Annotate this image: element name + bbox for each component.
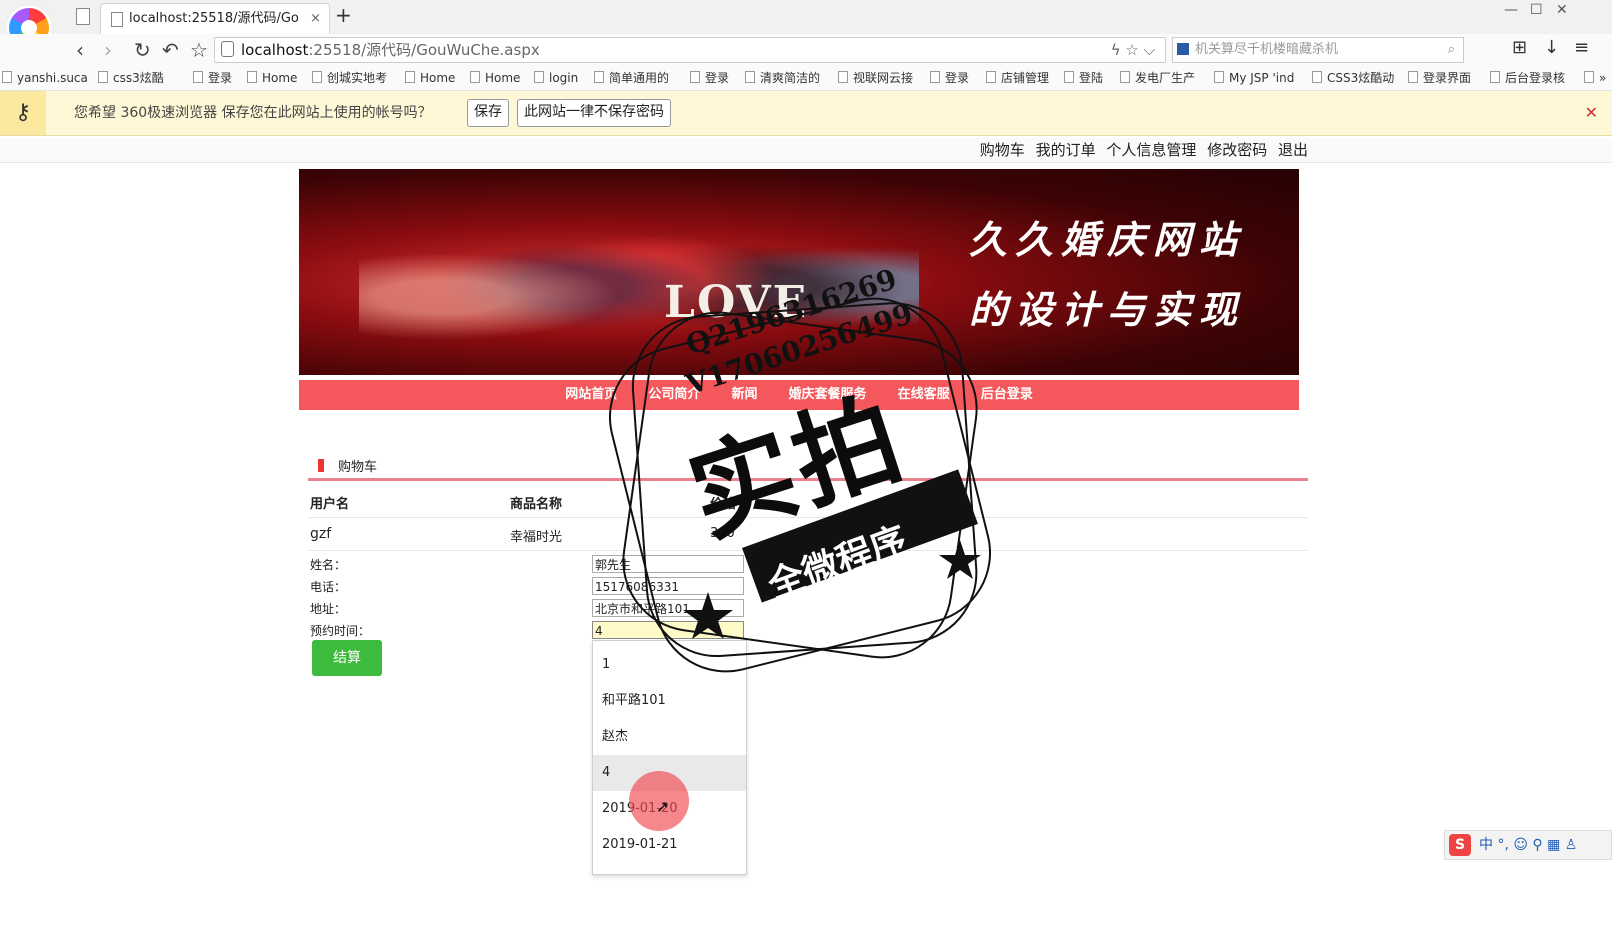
tab-active[interactable]: localhost:25518/源代码/GouW × xyxy=(100,3,330,34)
nav-home[interactable]: 网站首页 xyxy=(565,380,617,410)
bookmark-item[interactable]: 简单通用的 xyxy=(594,66,669,90)
tab-title: localhost:25518/源代码/GouW xyxy=(129,11,299,26)
address-label: 地址： xyxy=(310,602,347,616)
cell-username: gzf xyxy=(310,526,332,542)
bookmarks-more[interactable]: » xyxy=(1584,66,1606,90)
address-field[interactable]: 北京市和平路101 xyxy=(592,599,744,617)
col-header-username: 用户名 xyxy=(310,497,350,512)
bookmark-item[interactable]: 登录 xyxy=(193,66,232,90)
address-bar-icons[interactable]: ϟ ☆ ⌵ xyxy=(1111,38,1155,62)
col-header-product: 商品名称 xyxy=(510,497,563,512)
bookmark-item[interactable]: 发电厂生产 xyxy=(1120,66,1195,90)
name-label: 姓名： xyxy=(310,558,347,572)
save-password-message: 您希望 360极速浏览器 保存您在此网站上使用的帐号吗？ xyxy=(74,105,432,121)
appointment-time-label: 预约时间： xyxy=(310,624,371,638)
phone-field[interactable]: 15176086331 xyxy=(592,577,744,595)
menu-logout[interactable]: 退出 xyxy=(1278,141,1308,159)
bookmark-item[interactable]: login xyxy=(534,66,578,90)
tab-close-icon[interactable]: × xyxy=(310,4,321,34)
autocomplete-option[interactable]: 赵杰 xyxy=(593,719,746,755)
bookmark-item[interactable]: CSS3炫酷动 xyxy=(1312,66,1394,90)
save-password-bar: ⚷ 您希望 360极速浏览器 保存您在此网站上使用的帐号吗？ 保存 此网站一律不… xyxy=(0,91,1612,136)
bookmark-item[interactable]: Home xyxy=(247,66,297,90)
key-icon: ⚷ xyxy=(0,91,46,135)
checkout-button[interactable]: 结算 xyxy=(312,640,382,676)
bookmark-item[interactable]: 后台登录核 xyxy=(1490,66,1565,90)
forward-icon[interactable]: › xyxy=(104,38,112,62)
bookmark-item[interactable]: Home xyxy=(405,66,455,90)
bookmark-item[interactable]: 清爽简洁的 xyxy=(745,66,820,90)
search-icon[interactable]: ⌕ xyxy=(1448,38,1455,62)
close-icon[interactable]: ✕ xyxy=(1585,91,1598,135)
bookmark-item[interactable]: 登录界面 xyxy=(1408,66,1471,90)
search-engine-icon xyxy=(1177,43,1189,55)
menu-change-password[interactable]: 修改密码 xyxy=(1207,141,1267,159)
appointment-time-field[interactable]: 4 xyxy=(592,621,744,639)
reload-icon[interactable]: ↻ xyxy=(134,38,151,62)
address-text: localhost:25518/源代码/GouWuChe.aspx xyxy=(241,41,540,59)
bookmark-item[interactable]: 店铺管理 xyxy=(986,66,1049,90)
maximize-icon[interactable]: ☐ xyxy=(1530,2,1543,18)
search-input[interactable]: 机关算尽千机楼暗藏杀机 ⌕ xyxy=(1172,37,1464,63)
autocomplete-dropdown: 1 和平路101 赵杰 4 2019-01-20 2019-01-21 xyxy=(592,640,747,875)
bookmark-item[interactable]: Home xyxy=(470,66,520,90)
bookmark-item[interactable]: 登陆 xyxy=(1064,66,1103,90)
user-menu: 购物车 我的订单 个人信息管理 修改密码 退出 xyxy=(0,138,1612,163)
new-tab-button[interactable]: + xyxy=(335,3,352,27)
favorite-star-icon[interactable]: ☆ xyxy=(190,38,208,62)
autocomplete-option[interactable]: 1 xyxy=(593,647,746,683)
autocomplete-option[interactable]: 和平路101 xyxy=(593,683,746,719)
ime-logo-icon[interactable]: S xyxy=(1449,834,1471,856)
autocomplete-option[interactable]: 2019-01-21 xyxy=(593,827,746,863)
bookmark-item[interactable]: 视联网云接 xyxy=(838,66,913,90)
phone-label: 电话： xyxy=(310,580,347,594)
save-password-button[interactable]: 保存 xyxy=(467,99,509,127)
bookmarks-bar: yanshi.suca css3炫酷 登录 Home 创城实地考 Home Ho… xyxy=(0,66,1612,91)
mouse-cursor-icon: ➚ xyxy=(656,797,670,816)
undo-icon[interactable]: ↶ xyxy=(162,38,179,62)
security-icon xyxy=(221,41,234,57)
bookmark-item[interactable]: 登录 xyxy=(690,66,729,90)
bookmark-item[interactable]: 创城实地考 xyxy=(312,66,387,90)
section-marker xyxy=(318,459,324,472)
banner-title-line1: 久久婚庆网站 xyxy=(969,217,1246,262)
bookmark-item[interactable]: 登录 xyxy=(930,66,969,90)
cell-product: 幸福时光 xyxy=(510,530,563,545)
menu-icon[interactable]: ≡ xyxy=(1574,37,1589,58)
address-bar[interactable]: localhost:25518/源代码/GouWuChe.aspx ϟ ☆ ⌵ xyxy=(214,37,1166,63)
menu-orders[interactable]: 我的订单 xyxy=(1036,141,1096,159)
minimize-icon[interactable]: — xyxy=(1504,2,1518,18)
menu-profile[interactable]: 个人信息管理 xyxy=(1106,141,1196,159)
bookmark-item[interactable]: css3炫酷 xyxy=(98,66,164,90)
search-placeholder: 机关算尽千机楼暗藏杀机 xyxy=(1195,42,1339,57)
bookmark-item[interactable]: My JSP 'ind xyxy=(1214,66,1294,90)
window-close-icon[interactable]: ✕ xyxy=(1556,2,1568,18)
back-icon[interactable]: ‹ xyxy=(76,38,84,62)
menu-cart[interactable]: 购物车 xyxy=(980,141,1025,159)
nav-service[interactable]: 在线客服 xyxy=(898,380,950,410)
document-icon xyxy=(111,12,123,27)
banner-title-line2: 的设计与实现 xyxy=(969,287,1246,332)
ime-toolbar[interactable]: S 中 °, ☺ ⚲ ▦ ♙ xyxy=(1444,830,1612,860)
nav-admin-login[interactable]: 后台登录 xyxy=(981,380,1033,410)
apps-icon[interactable]: ⊞ xyxy=(1512,37,1527,58)
download-icon[interactable]: ↓ xyxy=(1544,37,1559,58)
bookmark-item[interactable]: yanshi.suca xyxy=(2,66,88,90)
cart-title: 购物车 xyxy=(338,460,378,475)
never-save-button[interactable]: 此网站一律不保存密码 xyxy=(517,99,671,127)
ime-tools[interactable]: 中 °, ☺ ⚲ ▦ ♙ xyxy=(1479,831,1577,859)
page-icon xyxy=(76,8,90,25)
